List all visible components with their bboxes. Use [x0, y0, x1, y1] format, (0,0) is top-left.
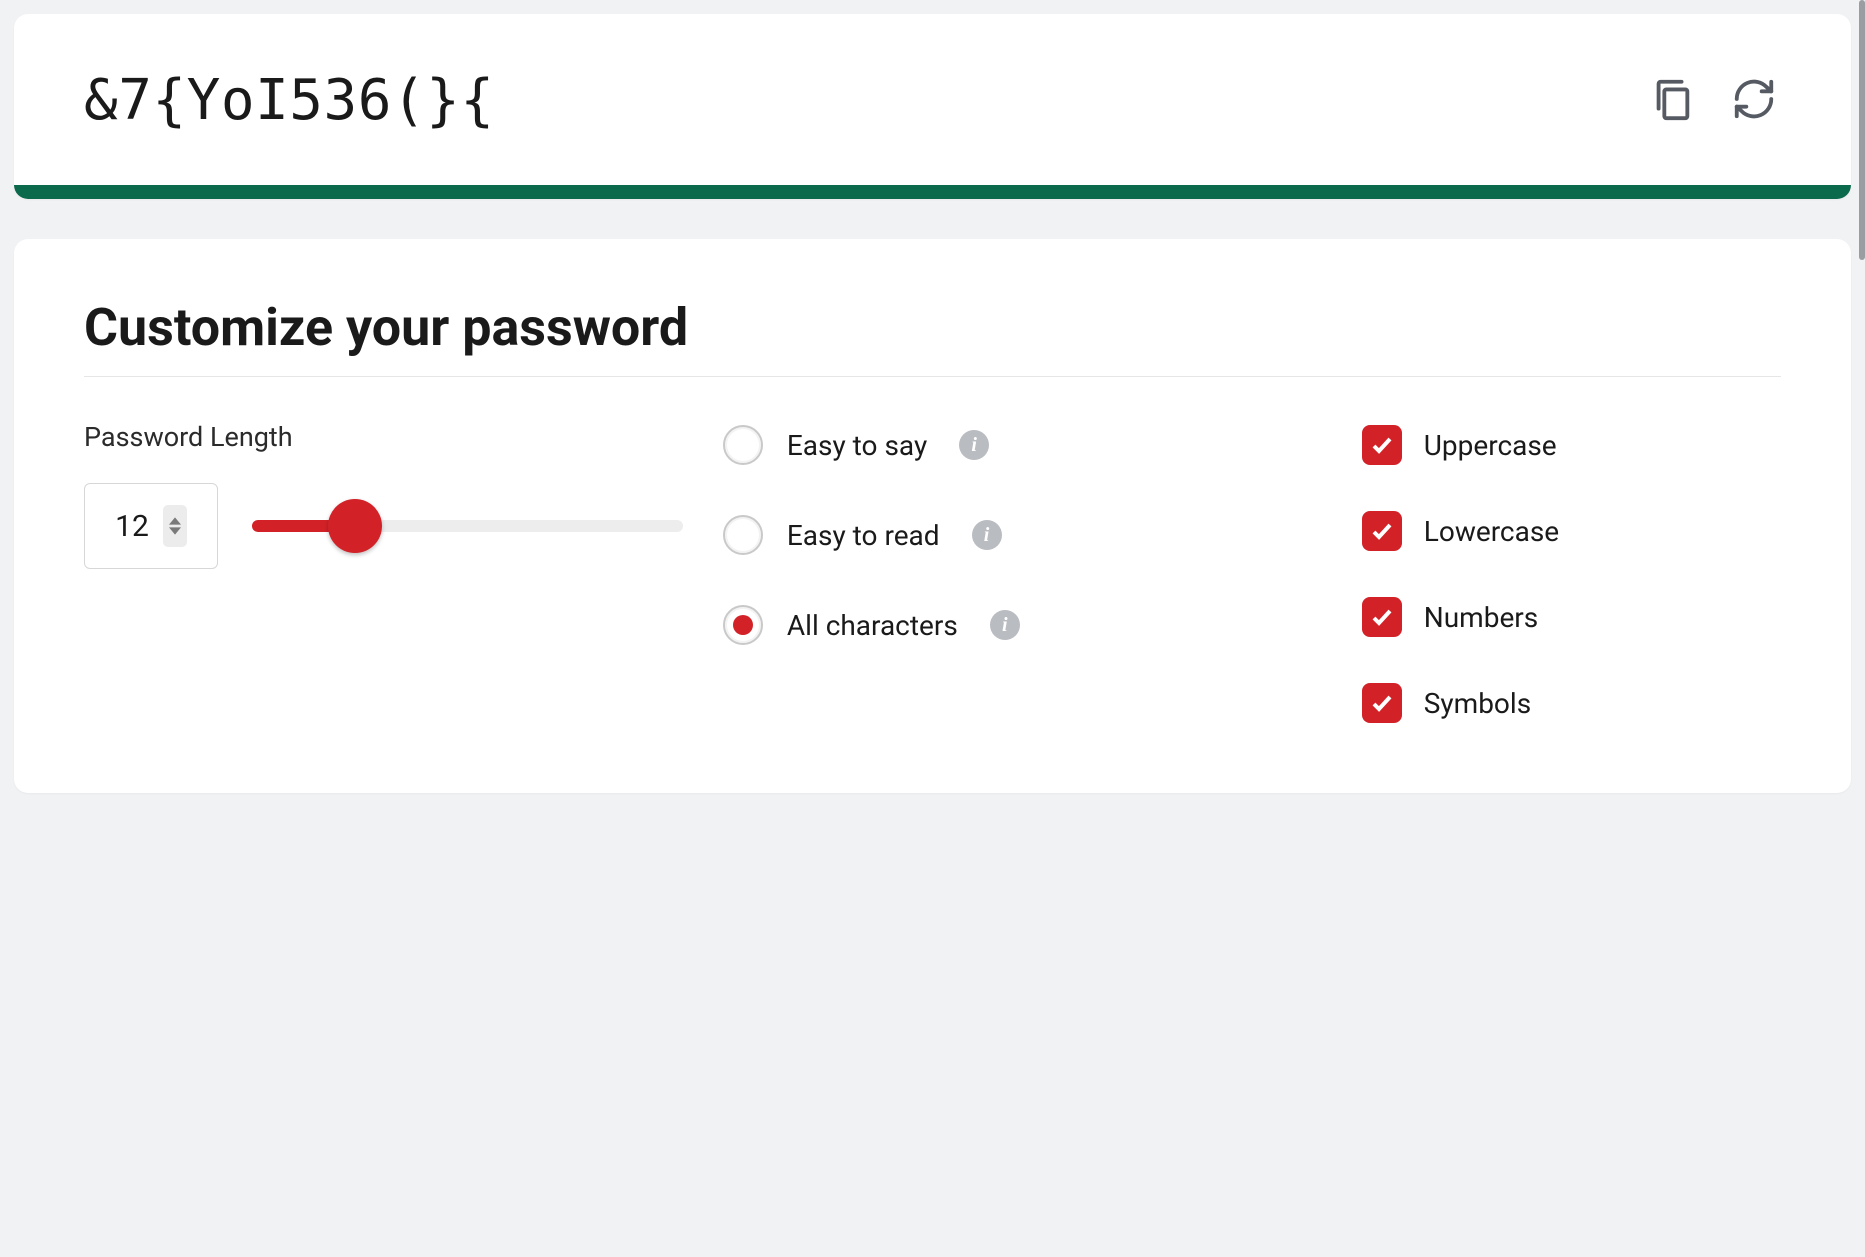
chevron-up-icon: [169, 516, 181, 526]
radio-input[interactable]: [723, 515, 763, 555]
check-icon: [1370, 605, 1394, 629]
password-row: &7{YoI536(}{: [84, 68, 1781, 133]
check-icon: [1370, 433, 1394, 457]
generated-password: &7{YoI536(}{: [84, 68, 495, 133]
checkbox-input[interactable]: [1362, 511, 1402, 551]
info-icon[interactable]: i: [959, 430, 989, 460]
check-icon: [1370, 691, 1394, 715]
password-actions: [1645, 72, 1781, 129]
length-slider[interactable]: [252, 496, 683, 556]
checkbox-input[interactable]: [1362, 597, 1402, 637]
length-stepper[interactable]: [163, 505, 187, 547]
radio-label: Easy to say: [787, 429, 927, 462]
chevron-down-icon: [169, 526, 181, 536]
character-set-radios: Easy to say i Easy to read i All charact…: [723, 421, 1322, 645]
radio-input[interactable]: [723, 425, 763, 465]
length-value: 12: [115, 509, 149, 544]
checkbox-label: Uppercase: [1424, 429, 1557, 462]
check-uppercase[interactable]: Uppercase: [1362, 425, 1781, 465]
section-title: Customize your password: [84, 297, 1781, 377]
radio-easy-to-read[interactable]: Easy to read i: [723, 515, 1322, 555]
radio-easy-to-say[interactable]: Easy to say i: [723, 425, 1322, 465]
radio-input[interactable]: [723, 605, 763, 645]
character-type-checks: Uppercase Lowercase Numbers Symbols: [1362, 421, 1781, 723]
copy-button[interactable]: [1645, 72, 1699, 129]
checkbox-label: Symbols: [1424, 687, 1531, 720]
options-grid: Password Length 12 Easy: [84, 421, 1781, 723]
length-input[interactable]: 12: [84, 483, 218, 569]
check-numbers[interactable]: Numbers: [1362, 597, 1781, 637]
regenerate-button[interactable]: [1727, 72, 1781, 129]
checkbox-input[interactable]: [1362, 425, 1402, 465]
slider-thumb[interactable]: [328, 499, 382, 553]
info-icon[interactable]: i: [990, 610, 1020, 640]
radio-label: All characters: [787, 609, 958, 642]
checkbox-label: Numbers: [1424, 601, 1538, 634]
scrollbar[interactable]: [1859, 0, 1865, 260]
radio-all-characters[interactable]: All characters i: [723, 605, 1322, 645]
length-label: Password Length: [84, 421, 683, 453]
radio-label: Easy to read: [787, 519, 940, 552]
check-symbols[interactable]: Symbols: [1362, 683, 1781, 723]
password-display-card: &7{YoI536(}{: [14, 14, 1851, 199]
copy-icon: [1649, 76, 1695, 125]
checkbox-input[interactable]: [1362, 683, 1402, 723]
checkbox-label: Lowercase: [1424, 515, 1559, 548]
customize-card: Customize your password Password Length …: [14, 239, 1851, 793]
info-icon[interactable]: i: [972, 520, 1002, 550]
length-controls: 12: [84, 483, 683, 569]
strength-bar: [14, 185, 1851, 199]
check-icon: [1370, 519, 1394, 543]
refresh-icon: [1731, 76, 1777, 125]
length-column: Password Length 12: [84, 421, 683, 569]
check-lowercase[interactable]: Lowercase: [1362, 511, 1781, 551]
